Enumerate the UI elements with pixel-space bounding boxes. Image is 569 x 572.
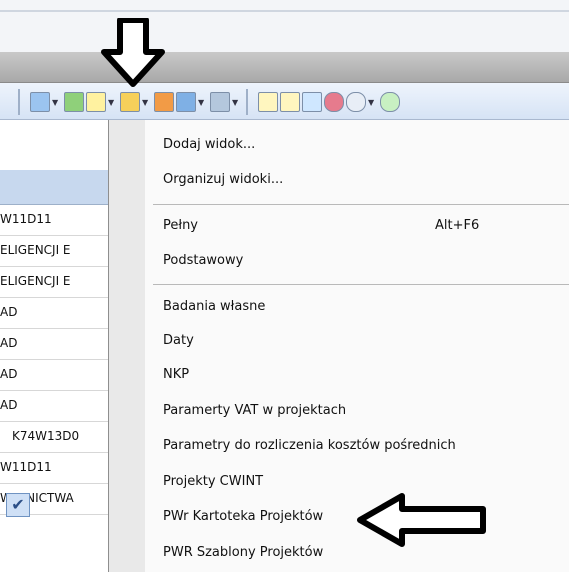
menu-separator xyxy=(153,204,569,205)
top-divider xyxy=(0,10,569,12)
table-row[interactable]: ELIGENCJI E xyxy=(0,266,108,298)
table-row[interactable]: W11D11 xyxy=(0,452,108,484)
chart-icon[interactable] xyxy=(176,92,196,112)
chevron-down-icon[interactable]: ▼ xyxy=(232,98,238,107)
filter-icon[interactable] xyxy=(120,92,140,112)
window-top-strip xyxy=(0,0,569,52)
tools-icon[interactable] xyxy=(210,92,230,112)
refresh-icon[interactable] xyxy=(346,92,366,112)
views-icon[interactable] xyxy=(86,92,106,112)
record-icon[interactable] xyxy=(324,92,344,112)
menu-item-add-view[interactable]: Dodaj widok... xyxy=(145,130,569,160)
views-dropdown-menu: Dodaj widok... Organizuj widoki... Pełny… xyxy=(108,120,569,572)
menu-item-nkp[interactable]: NKP xyxy=(145,360,569,390)
table-row[interactable]: W11D11 xyxy=(0,204,108,236)
arrow-left-icon xyxy=(357,493,486,547)
menu-item-basic[interactable]: Podstawowy xyxy=(145,246,569,276)
chevron-down-icon[interactable]: ▼ xyxy=(142,98,148,107)
menu-item-shortcut: Alt+F6 xyxy=(435,218,480,233)
chevron-down-icon[interactable]: ▼ xyxy=(368,98,374,107)
menu-item-daty[interactable]: Daty xyxy=(145,326,569,356)
menu-item-organize-views[interactable]: Organizuj widoki... xyxy=(145,165,569,195)
table-row[interactable]: K74W13D0 xyxy=(0,421,108,453)
chevron-down-icon[interactable]: ▼ xyxy=(52,98,58,107)
menu-separator xyxy=(153,284,569,285)
menu-item-label: Pełny xyxy=(163,218,199,233)
chevron-down-icon[interactable]: ▼ xyxy=(108,98,114,107)
title-bar xyxy=(0,52,569,83)
save-view-icon[interactable] xyxy=(64,92,84,112)
toolbar-separator xyxy=(18,89,20,115)
menu-item-vat[interactable]: Paramerty VAT w projektach xyxy=(145,396,569,426)
toolbar-separator xyxy=(246,89,248,115)
table-row[interactable]: ELIGENCJI E xyxy=(0,235,108,267)
table-row[interactable]: AD xyxy=(0,328,108,360)
new-row-icon[interactable] xyxy=(258,92,278,112)
menu-item-label: Podstawowy xyxy=(163,253,244,268)
arrow-down-icon xyxy=(101,18,165,87)
table-row[interactable]: AD xyxy=(0,390,108,422)
chevron-down-icon[interactable]: ▼ xyxy=(198,98,204,107)
edit-icon[interactable] xyxy=(154,92,174,112)
copy-icon[interactable] xyxy=(302,92,322,112)
checkmark-icon: ✔ xyxy=(6,493,30,517)
table-row[interactable]: AD xyxy=(0,359,108,391)
columns-icon[interactable] xyxy=(30,92,50,112)
grid-header xyxy=(0,170,108,205)
status-icon[interactable] xyxy=(380,92,400,112)
list-icon[interactable] xyxy=(280,92,300,112)
menu-item-badania[interactable]: Badania własne xyxy=(145,292,569,322)
menu-item-koszty[interactable]: Parametry do rozliczenia kosztów pośredn… xyxy=(145,431,569,461)
table-row[interactable]: AD xyxy=(0,297,108,329)
menu-gutter xyxy=(109,120,145,572)
menu-item-full[interactable]: Pełny Alt+F6 xyxy=(145,211,569,241)
